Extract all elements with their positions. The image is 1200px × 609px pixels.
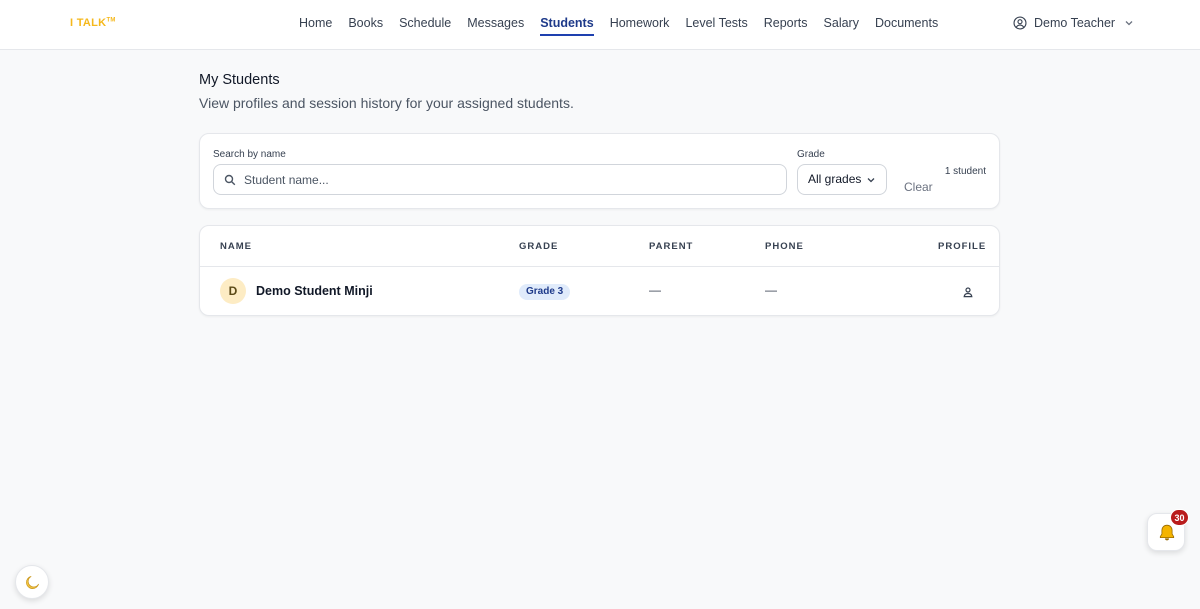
search-input[interactable] (244, 166, 774, 193)
grade-badge: Grade 3 (519, 284, 571, 300)
user-menu[interactable]: Demo Teacher (1013, 16, 1134, 30)
notification-count-badge: 30 (1170, 509, 1189, 526)
column-header-name[interactable]: NAME (220, 241, 252, 252)
parent-value: — (649, 283, 661, 297)
nav-item-homework[interactable]: Homework (610, 0, 670, 50)
brand-logo-trademark: TM (106, 17, 116, 24)
clear-button[interactable]: Clear (904, 180, 933, 194)
grade-select[interactable]: All grades (797, 164, 887, 195)
column-header-grade[interactable]: GRADE (519, 241, 558, 252)
nav-item-home[interactable]: Home (299, 0, 332, 50)
student-name[interactable]: Demo Student Minji (256, 284, 373, 298)
students-table: NAME GRADE PARENT PHONE PROFILE D Demo S… (199, 225, 1000, 316)
nav-item-label: Messages (467, 16, 525, 30)
user-circle-icon (1013, 16, 1027, 30)
student-count: 1 student (944, 166, 986, 177)
user-name: Demo Teacher (1034, 16, 1116, 30)
avatar: D (220, 278, 246, 304)
theme-toggle-button[interactable] (15, 565, 49, 599)
grade-select-value: All grades (808, 172, 862, 186)
nav-item-books[interactable]: Books (348, 0, 383, 50)
chevron-down-icon (1125, 21, 1133, 26)
nav-item-label: Schedule (399, 16, 452, 30)
phone-value: — (765, 283, 777, 297)
nav-item-label: Level Tests (685, 16, 748, 30)
top-navigation-bar: I TALKTM Home Books Schedule Messages St… (0, 0, 1200, 50)
nav-item-documents[interactable]: Documents (875, 0, 938, 50)
column-header-phone: PHONE (765, 241, 804, 252)
nav-item-students[interactable]: Students (540, 0, 594, 50)
nav-item-level-tests[interactable]: Level Tests (685, 0, 747, 50)
page-title: My Students (199, 72, 280, 88)
main-nav: Home Books Schedule Messages Students Ho… (299, 0, 954, 50)
search-icon (224, 174, 236, 186)
search-field (213, 164, 787, 195)
nav-item-salary[interactable]: Salary (824, 0, 859, 50)
nav-item-label: Reports (763, 16, 808, 30)
nav-item-label: Home (299, 16, 333, 30)
person-icon[interactable] (962, 286, 974, 298)
moon-icon (26, 576, 39, 589)
column-header-profile: PROFILE (938, 241, 987, 252)
nav-item-messages[interactable]: Messages (467, 0, 524, 50)
column-header-parent: PARENT (649, 241, 694, 252)
search-label: Search by name (213, 149, 286, 160)
nav-item-label: Books (348, 16, 384, 30)
nav-item-schedule[interactable]: Schedule (399, 0, 451, 50)
brand-logo-text: I TALK (70, 17, 107, 29)
nav-item-label: Homework (609, 16, 670, 30)
bell-icon (1159, 524, 1175, 541)
nav-item-label: Students (540, 15, 594, 36)
filter-panel: Search by name Grade All grades Clear 1 … (199, 133, 1000, 209)
chevron-down-icon (867, 178, 875, 183)
table-header-divider (200, 266, 999, 267)
grade-label: Grade (797, 149, 825, 160)
nav-item-reports[interactable]: Reports (764, 0, 808, 50)
nav-item-label: Salary (823, 16, 859, 30)
brand-logo[interactable]: I TALKTM (70, 17, 116, 29)
page-subtitle: View profiles and session history for yo… (199, 95, 574, 111)
nav-item-label: Documents (874, 16, 939, 30)
